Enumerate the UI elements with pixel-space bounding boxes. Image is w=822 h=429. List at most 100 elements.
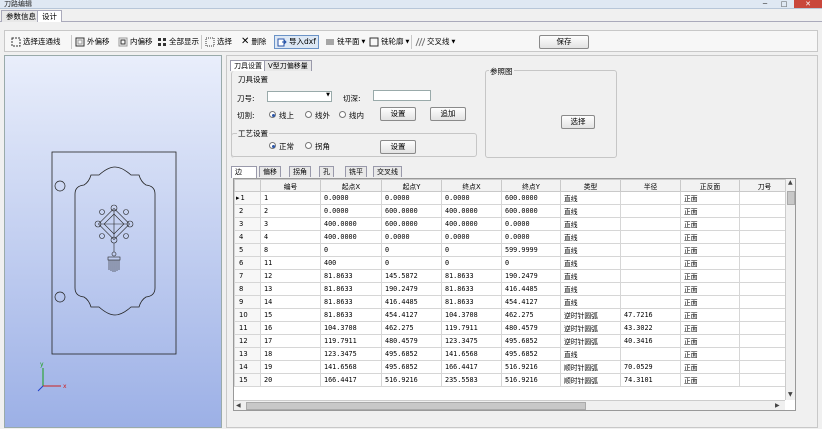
cell-type[interactable]: 逆时针圆弧 bbox=[560, 308, 621, 322]
cell-r[interactable] bbox=[620, 347, 681, 361]
table-row[interactable]: 9 14 81.8633 416.4485 81.8633 454.4127 直线 正面 bbox=[234, 295, 790, 309]
cell-tool[interactable] bbox=[739, 334, 790, 348]
minimize-button[interactable]: ─ bbox=[756, 0, 774, 8]
cell-ex[interactable]: 81.8633 bbox=[441, 295, 502, 309]
grid-tab-offset[interactable]: 偏移 bbox=[259, 166, 281, 177]
scroll-left-icon[interactable]: ◀ bbox=[236, 402, 241, 409]
cell-r[interactable] bbox=[620, 256, 681, 270]
column-header[interactable]: 类型 bbox=[560, 179, 621, 192]
cell-ex[interactable]: 119.7911 bbox=[441, 321, 502, 335]
cell-ey[interactable]: 480.4579 bbox=[501, 321, 561, 335]
cell-r[interactable] bbox=[620, 230, 681, 244]
table-row[interactable]: 4 4 400.0000 0.0000 0.0000 0.0000 直线 正面 bbox=[234, 230, 790, 244]
cell-type[interactable]: 顺时针圆弧 bbox=[560, 373, 621, 387]
cell-tool[interactable] bbox=[739, 269, 790, 283]
cell-ex[interactable]: 141.6568 bbox=[441, 347, 502, 361]
cell-sy[interactable]: 416.4485 bbox=[381, 295, 442, 309]
cell-ey[interactable]: 0.0000 bbox=[501, 217, 561, 231]
cell-ey[interactable]: 516.9216 bbox=[501, 360, 561, 374]
table-row[interactable]: 13 18 123.3475 495.6852 141.6568 495.6852 直线 正面 bbox=[234, 347, 790, 361]
cell-id[interactable]: 13 bbox=[260, 282, 321, 296]
grid-tab-mill-plane[interactable]: 铣平 bbox=[345, 166, 367, 177]
cell-type[interactable]: 逆时针圆弧 bbox=[560, 321, 621, 335]
tool-no-select[interactable]: ▼ bbox=[267, 91, 332, 102]
grid-tab-hole[interactable]: 孔 bbox=[319, 166, 334, 177]
cell-ex[interactable]: 0 bbox=[441, 243, 502, 257]
table-row[interactable]: ▸1 1 0.0000 0.0000 0.0000 600.0000 直线 正面 bbox=[234, 191, 790, 205]
column-header[interactable]: 起点Y bbox=[381, 179, 442, 192]
cell-sx[interactable]: 0.0000 bbox=[320, 191, 382, 205]
cell-type[interactable]: 直线 bbox=[560, 217, 621, 231]
cell-ex[interactable]: 400.0000 bbox=[441, 204, 502, 218]
show-all-button[interactable]: 全部显示 bbox=[157, 35, 199, 49]
cell-ey[interactable]: 600.0000 bbox=[501, 191, 561, 205]
cell-ey[interactable]: 599.9999 bbox=[501, 243, 561, 257]
cell-id[interactable]: 14 bbox=[260, 295, 321, 309]
cell-face[interactable]: 正面 bbox=[680, 360, 740, 374]
cell-ey[interactable]: 516.9216 bbox=[501, 373, 561, 387]
scroll-thumb[interactable] bbox=[787, 191, 795, 205]
cell-ey[interactable]: 495.6852 bbox=[501, 334, 561, 348]
cell-sx[interactable]: 400.0000 bbox=[320, 217, 382, 231]
cell-id[interactable]: 8 bbox=[260, 243, 321, 257]
cell-ex[interactable]: 81.8633 bbox=[441, 269, 502, 283]
column-header[interactable]: 刀号 bbox=[739, 179, 790, 192]
cell-tool[interactable] bbox=[739, 360, 790, 374]
cell-type[interactable]: 直线 bbox=[560, 269, 621, 283]
cell-tool[interactable] bbox=[739, 295, 790, 309]
grid-tab-corner[interactable]: 拐角 bbox=[289, 166, 311, 177]
process-settings-button[interactable]: 设置 bbox=[380, 140, 416, 154]
scroll-down-icon[interactable]: ▼ bbox=[788, 391, 793, 398]
delete-button[interactable]: ✕ 删除 bbox=[241, 35, 266, 49]
cell-sx[interactable]: 81.8633 bbox=[320, 269, 382, 283]
cell-face[interactable]: 正面 bbox=[680, 217, 740, 231]
edge-data-grid[interactable]: 编号 起点X 起点Y 终点X 终点Y 类型 半径 正反面 刀号 ▸1 1 0.0000 0.0000 0… bbox=[233, 178, 796, 411]
cell-ex[interactable]: 0 bbox=[441, 256, 502, 270]
cell-face[interactable]: 正面 bbox=[680, 282, 740, 296]
close-button[interactable]: ✕ bbox=[794, 0, 822, 8]
tab-tool-settings[interactable]: 刀具设置 bbox=[230, 60, 266, 71]
cell-type[interactable]: 逆时针圆弧 bbox=[560, 334, 621, 348]
cell-id[interactable]: 18 bbox=[260, 347, 321, 361]
cell-ey[interactable]: 0 bbox=[501, 256, 561, 270]
grid-tab-cross-line[interactable]: 交叉线 bbox=[373, 166, 402, 177]
table-row[interactable]: 14 19 141.6568 495.6852 166.4417 516.9216 顺时针圆… bbox=[234, 360, 790, 374]
cell-face[interactable]: 正面 bbox=[680, 243, 740, 257]
cell-type[interactable]: 直线 bbox=[560, 256, 621, 270]
cell-sx[interactable]: 81.8633 bbox=[320, 308, 382, 322]
grid-tab-edge[interactable]: 边 bbox=[231, 166, 257, 178]
mill-plane-dropdown[interactable]: 铣平面 ▼ bbox=[325, 35, 365, 49]
cell-sx[interactable]: 119.7911 bbox=[320, 334, 382, 348]
radio-on-line[interactable] bbox=[269, 111, 276, 118]
cell-sx[interactable]: 81.8633 bbox=[320, 282, 382, 296]
cell-sy[interactable]: 600.0000 bbox=[381, 204, 442, 218]
table-row[interactable]: 7 12 81.8633 145.5872 81.8633 190.2479 直线 正面 bbox=[234, 269, 790, 283]
cell-sx[interactable]: 141.6568 bbox=[320, 360, 382, 374]
cell-face[interactable]: 正面 bbox=[680, 334, 740, 348]
cell-ey[interactable]: 190.2479 bbox=[501, 269, 561, 283]
cell-face[interactable]: 正面 bbox=[680, 321, 740, 335]
cell-ey[interactable]: 0.0000 bbox=[501, 230, 561, 244]
table-row[interactable]: 6 11 400 0 0 0 直线 正面 bbox=[234, 256, 790, 270]
select-connected-button[interactable]: 选择连通线 bbox=[11, 35, 61, 49]
cell-face[interactable]: 正面 bbox=[680, 373, 740, 387]
cell-face[interactable]: 正面 bbox=[680, 269, 740, 283]
ref-select-button[interactable]: 选择 bbox=[561, 115, 595, 129]
cell-sy[interactable]: 516.9216 bbox=[381, 373, 442, 387]
cell-r[interactable]: 74.3101 bbox=[620, 373, 681, 387]
cell-sx[interactable]: 104.3708 bbox=[320, 321, 382, 335]
drawing-viewport[interactable]: x y bbox=[4, 55, 222, 428]
cell-r[interactable]: 47.7216 bbox=[620, 308, 681, 322]
cell-sx[interactable]: 400 bbox=[320, 256, 382, 270]
cell-r[interactable]: 70.0529 bbox=[620, 360, 681, 374]
column-header[interactable]: 终点X bbox=[441, 179, 502, 192]
cell-r[interactable] bbox=[620, 204, 681, 218]
column-header[interactable]: 半径 bbox=[620, 179, 681, 192]
cell-tool[interactable] bbox=[739, 243, 790, 257]
cell-ey[interactable]: 454.4127 bbox=[501, 295, 561, 309]
cell-id[interactable]: 19 bbox=[260, 360, 321, 374]
cell-ex[interactable]: 104.3708 bbox=[441, 308, 502, 322]
cell-id[interactable]: 3 bbox=[260, 217, 321, 231]
cell-r[interactable]: 40.3416 bbox=[620, 334, 681, 348]
cell-id[interactable]: 4 bbox=[260, 230, 321, 244]
